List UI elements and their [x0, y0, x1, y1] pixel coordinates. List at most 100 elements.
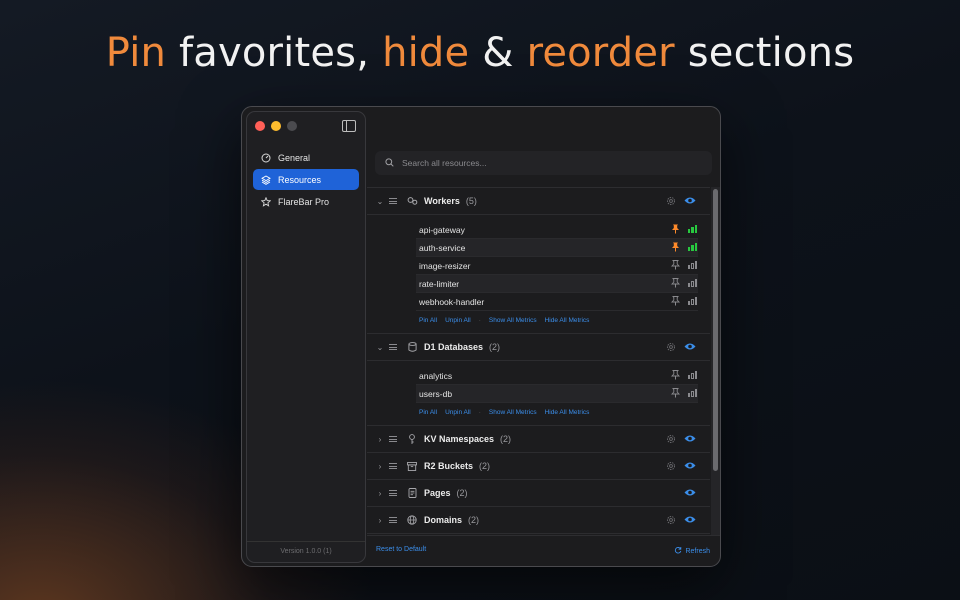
sidebar-item-flarebar-pro[interactable]: FlareBar Pro: [253, 191, 359, 212]
eye-icon[interactable]: [684, 434, 696, 445]
pin-icon[interactable]: [671, 224, 680, 236]
metrics-bars-icon[interactable]: [687, 371, 697, 379]
chevron-right-icon[interactable]: ›: [373, 516, 387, 525]
headline-reorder: reorder: [526, 30, 675, 76]
metrics-bars-icon[interactable]: [687, 297, 697, 305]
sidebar-item-resources[interactable]: Resources: [253, 169, 359, 190]
pin-icon[interactable]: [671, 242, 680, 254]
sidebar: General Resources FlareBar Pro Version 1…: [246, 111, 366, 563]
list-item[interactable]: image-resizer: [416, 257, 698, 275]
section-header-d1-databases[interactable]: ⌄ D1 Databases (2): [367, 334, 710, 361]
section-title: Pages: [424, 488, 451, 498]
section-header-kv-namespaces[interactable]: › KV Namespaces (2): [367, 426, 710, 453]
eye-icon[interactable]: [684, 515, 696, 526]
eye-icon[interactable]: [684, 342, 696, 353]
gear-icon[interactable]: [666, 515, 676, 527]
headline-amp: &: [469, 30, 527, 76]
section-count: (2): [489, 342, 501, 352]
chevron-right-icon[interactable]: ›: [373, 435, 387, 444]
chevron-down-icon[interactable]: ⌄: [373, 197, 387, 206]
refresh-button[interactable]: Refresh: [674, 546, 710, 556]
sidebar-item-label: General: [278, 152, 311, 163]
gear-icon[interactable]: [666, 342, 676, 354]
pin-icon[interactable]: [670, 278, 681, 290]
pin-icon[interactable]: [670, 370, 681, 382]
list-item[interactable]: analytics: [416, 367, 698, 385]
section-header-r2-buckets[interactable]: › R2 Buckets (2): [367, 453, 710, 480]
close-button[interactable]: [255, 121, 265, 131]
item-label: image-resizer: [419, 260, 471, 271]
hide-all-metrics-link[interactable]: Hide All Metrics: [545, 317, 590, 324]
drag-handle-icon[interactable]: [389, 463, 401, 469]
gauge-icon: [261, 153, 271, 163]
section-title: R2 Buckets: [424, 461, 474, 471]
list-item[interactable]: webhook-handler: [416, 293, 698, 311]
pin-all-link[interactable]: Pin All: [419, 317, 437, 324]
section-title: KV Namespaces: [424, 434, 495, 444]
list-item[interactable]: users-db: [416, 385, 698, 403]
drag-handle-icon[interactable]: [389, 490, 401, 496]
eye-icon[interactable]: [684, 196, 696, 207]
search-placeholder: Search all resources...: [402, 158, 487, 168]
drag-handle-icon[interactable]: [389, 436, 401, 442]
eye-icon[interactable]: [684, 461, 696, 472]
unpin-all-link[interactable]: Unpin All: [445, 317, 471, 324]
sidebar-nav: General Resources FlareBar Pro: [253, 147, 359, 213]
sidebar-toggle-icon[interactable]: [342, 120, 356, 132]
pin-icon[interactable]: [670, 296, 681, 308]
section-title: Workers: [424, 196, 460, 206]
show-all-metrics-link[interactable]: Show All Metrics: [489, 317, 537, 324]
section-title: Domains: [424, 515, 463, 525]
scrollbar[interactable]: [713, 189, 718, 471]
item-label: analytics: [419, 370, 453, 381]
section-header-workers[interactable]: ⌄ Workers (5): [367, 188, 710, 215]
section-count: (2): [500, 434, 512, 444]
drag-handle-icon[interactable]: [389, 517, 401, 523]
reset-to-default-button[interactable]: Reset to Default: [376, 546, 426, 553]
gear-icon[interactable]: [666, 196, 676, 208]
metrics-bars-icon[interactable]: [687, 261, 697, 269]
globe-icon: [406, 515, 418, 525]
gear-icon[interactable]: [666, 434, 676, 446]
archive-box-icon: [406, 461, 418, 471]
gear-icon[interactable]: [666, 461, 676, 473]
search-icon: [385, 157, 394, 169]
drag-handle-icon[interactable]: [389, 344, 401, 350]
metrics-bars-icon[interactable]: [687, 225, 697, 233]
headline: Pin favorites, hide & reorder sections: [0, 30, 960, 76]
section-count: (2): [479, 461, 491, 471]
footer-bar: Reset to Default Refresh: [367, 535, 720, 566]
unpin-all-link[interactable]: Unpin All: [445, 409, 471, 416]
section-count: (5): [465, 196, 477, 206]
drag-handle-icon[interactable]: [389, 198, 401, 204]
gears-icon: [406, 196, 418, 206]
minimize-button[interactable]: [271, 121, 281, 131]
list-item[interactable]: api-gateway: [416, 221, 698, 239]
document-icon: [406, 488, 418, 498]
chevron-right-icon[interactable]: ›: [373, 462, 387, 471]
search-input[interactable]: Search all resources...: [375, 151, 712, 175]
pin-all-link[interactable]: Pin All: [419, 409, 437, 416]
item-label: rate-limiter: [419, 278, 460, 289]
headline-hide: hide: [382, 30, 470, 76]
show-all-metrics-link[interactable]: Show All Metrics: [489, 409, 537, 416]
chevron-right-icon[interactable]: ›: [373, 489, 387, 498]
sidebar-item-general[interactable]: General: [253, 147, 359, 168]
metrics-bars-icon[interactable]: [687, 279, 697, 287]
eye-icon[interactable]: [684, 488, 696, 499]
list-item[interactable]: rate-limiter: [416, 275, 698, 293]
separator: ·: [478, 316, 481, 324]
metrics-bars-icon[interactable]: [687, 389, 697, 397]
section-header-domains[interactable]: › Domains (2): [367, 507, 710, 534]
pin-icon[interactable]: [670, 260, 681, 272]
item-label: users-db: [419, 388, 453, 399]
star-icon: [261, 196, 271, 207]
zoom-button[interactable]: [287, 121, 297, 131]
list-item[interactable]: auth-service: [416, 239, 698, 257]
hide-all-metrics-link[interactable]: Hide All Metrics: [545, 409, 590, 416]
chevron-down-icon[interactable]: ⌄: [373, 343, 387, 352]
section-header-pages[interactable]: › Pages (2): [367, 480, 710, 507]
pin-icon[interactable]: [670, 388, 681, 400]
metrics-bars-icon[interactable]: [687, 243, 697, 251]
key-icon: [406, 433, 418, 445]
